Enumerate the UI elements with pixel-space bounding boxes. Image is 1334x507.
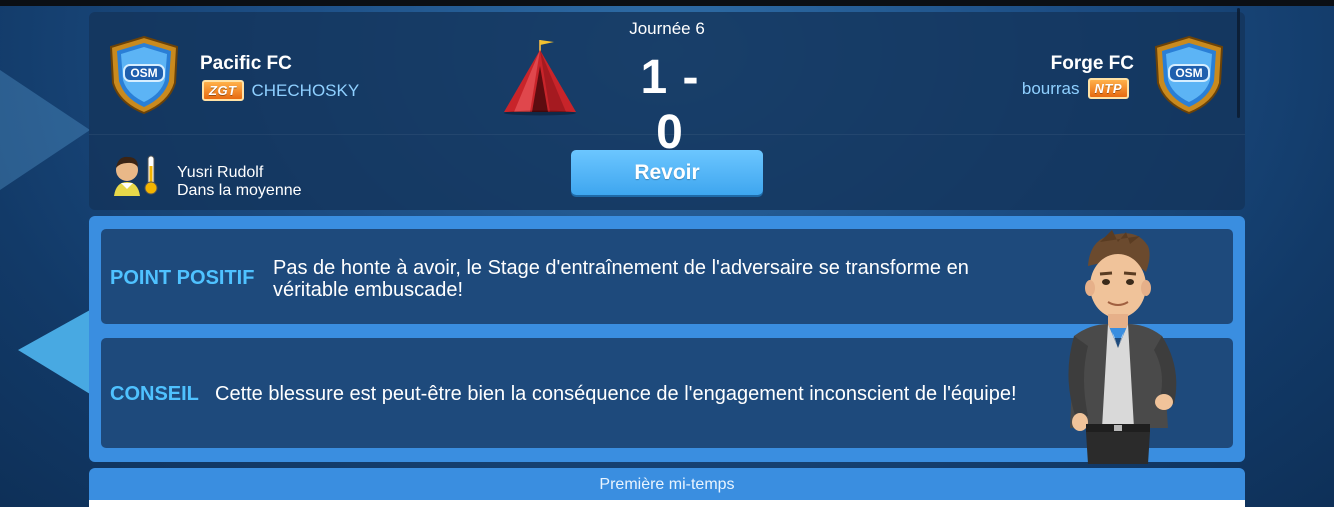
thermometer-icon bbox=[144, 155, 158, 195]
away-manager-name: bourras bbox=[1021, 78, 1080, 98]
first-half-header[interactable]: Première mi-temps bbox=[89, 468, 1245, 500]
home-manager-name: CHECHOSKY bbox=[251, 80, 360, 100]
coach-character-icon bbox=[1068, 230, 1177, 464]
positive-point-text: Pas de honte à avoir, le Stage d'entraîn… bbox=[273, 257, 969, 301]
svg-text:OSM: OSM bbox=[130, 66, 157, 80]
round-label: Journée 6 bbox=[629, 19, 705, 38]
svg-text:OSM: OSM bbox=[1175, 66, 1202, 80]
away-manager-badge: NTP bbox=[1087, 78, 1129, 99]
replay-button[interactable]: Revoir bbox=[571, 150, 763, 195]
home-manager-badge: ZGT bbox=[202, 80, 244, 101]
player-avatar[interactable] bbox=[112, 154, 160, 196]
home-team-name[interactable]: Pacific FC bbox=[200, 53, 292, 75]
tip-title: CONSEIL bbox=[110, 383, 199, 405]
first-half-content bbox=[89, 500, 1245, 507]
positive-point-title: POINT POSITIF bbox=[110, 267, 255, 289]
scrollbar[interactable] bbox=[1237, 8, 1240, 118]
tent-icon bbox=[504, 40, 576, 116]
away-crest-icon[interactable]: OSM bbox=[1152, 35, 1226, 115]
match-score: 1 - 0 bbox=[640, 51, 700, 159]
home-crest-icon[interactable]: OSM bbox=[107, 35, 181, 115]
tip-text: Cette blessure est peut-être bien la con… bbox=[215, 383, 1017, 405]
player-form-status: Dans la moyenne bbox=[177, 182, 302, 199]
player-name: Yusri Rudolf bbox=[177, 164, 264, 181]
stadium-light-ray bbox=[0, 70, 90, 190]
home-manager[interactable]: ZGT CHECHOSKY bbox=[202, 80, 359, 101]
top-status-bar bbox=[0, 0, 1334, 6]
away-manager[interactable]: bourras NTP bbox=[1022, 78, 1129, 99]
away-team-name[interactable]: Forge FC bbox=[1051, 53, 1134, 75]
